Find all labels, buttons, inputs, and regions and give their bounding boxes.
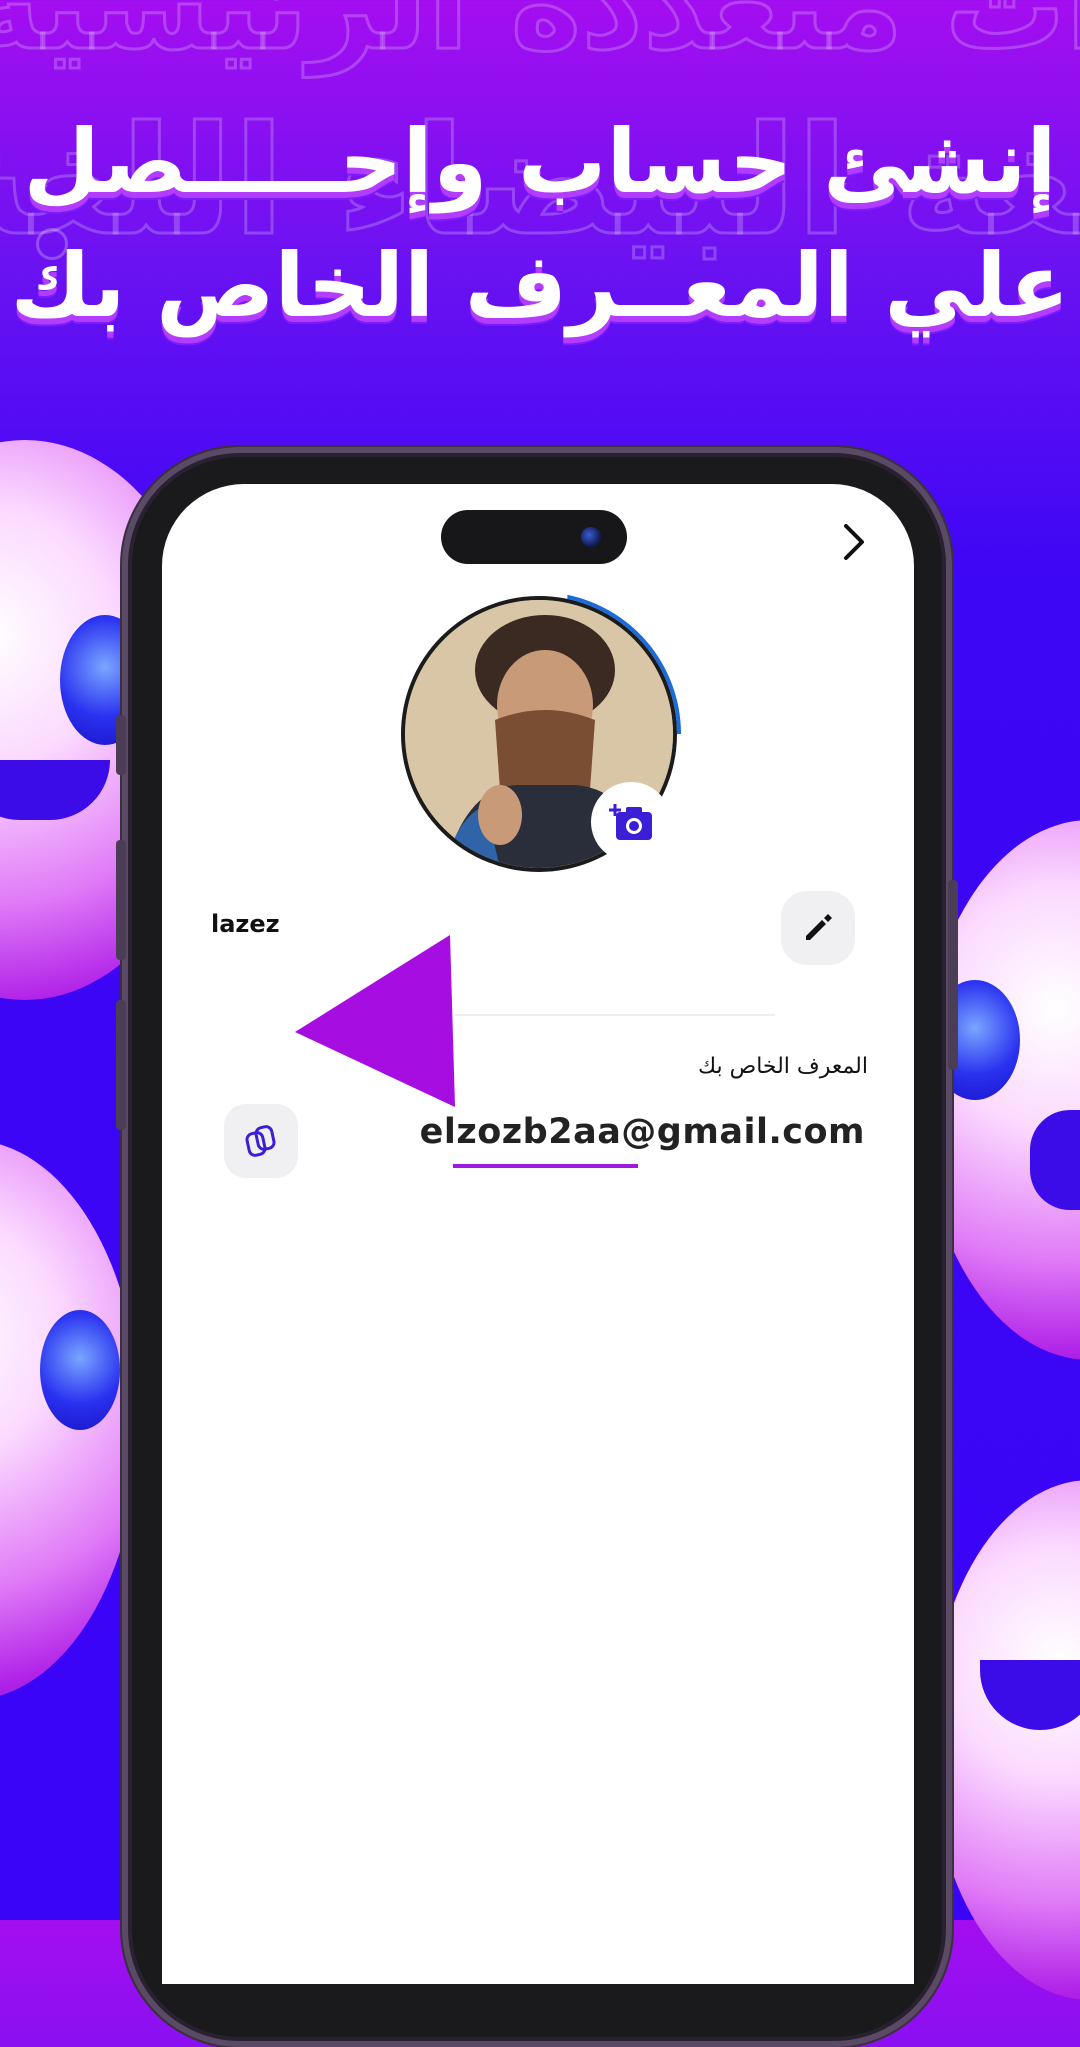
username-text: lazez [211, 910, 280, 938]
front-camera [581, 527, 601, 547]
phone-side-button [116, 840, 126, 960]
headline-line-1: إنشئ حساب وإحـــــصل [23, 110, 1057, 213]
headline-line-2: علي المعــرف الخاص بك [10, 234, 1070, 337]
edit-profile-button[interactable] [781, 891, 855, 965]
copy-icon [245, 1125, 276, 1157]
triangle-pointer-icon [295, 935, 455, 1107]
add-photo-icon [609, 804, 652, 840]
copy-id-button[interactable] [224, 1104, 298, 1178]
change-photo-button[interactable] [591, 782, 671, 862]
phone-side-button [116, 715, 126, 775]
background-decorative-text: ميزات متعددة الرئيسية [0, 0, 1080, 79]
promo-headline: إنشئ حساب وإحـــــصل علي المعــرف الخاص … [0, 100, 1080, 348]
phone-side-button [116, 1000, 126, 1130]
user-id-label: المعرف الخاص بك [697, 1054, 868, 1079]
user-id-value: elzozb2aa@gmail.com [419, 1112, 865, 1152]
pencil-icon [806, 914, 832, 940]
phone-side-button [948, 880, 958, 1070]
chevron-right-icon [844, 524, 864, 560]
section-divider [455, 1014, 775, 1016]
user-id-underline [453, 1164, 638, 1168]
back-button[interactable] [832, 520, 876, 564]
